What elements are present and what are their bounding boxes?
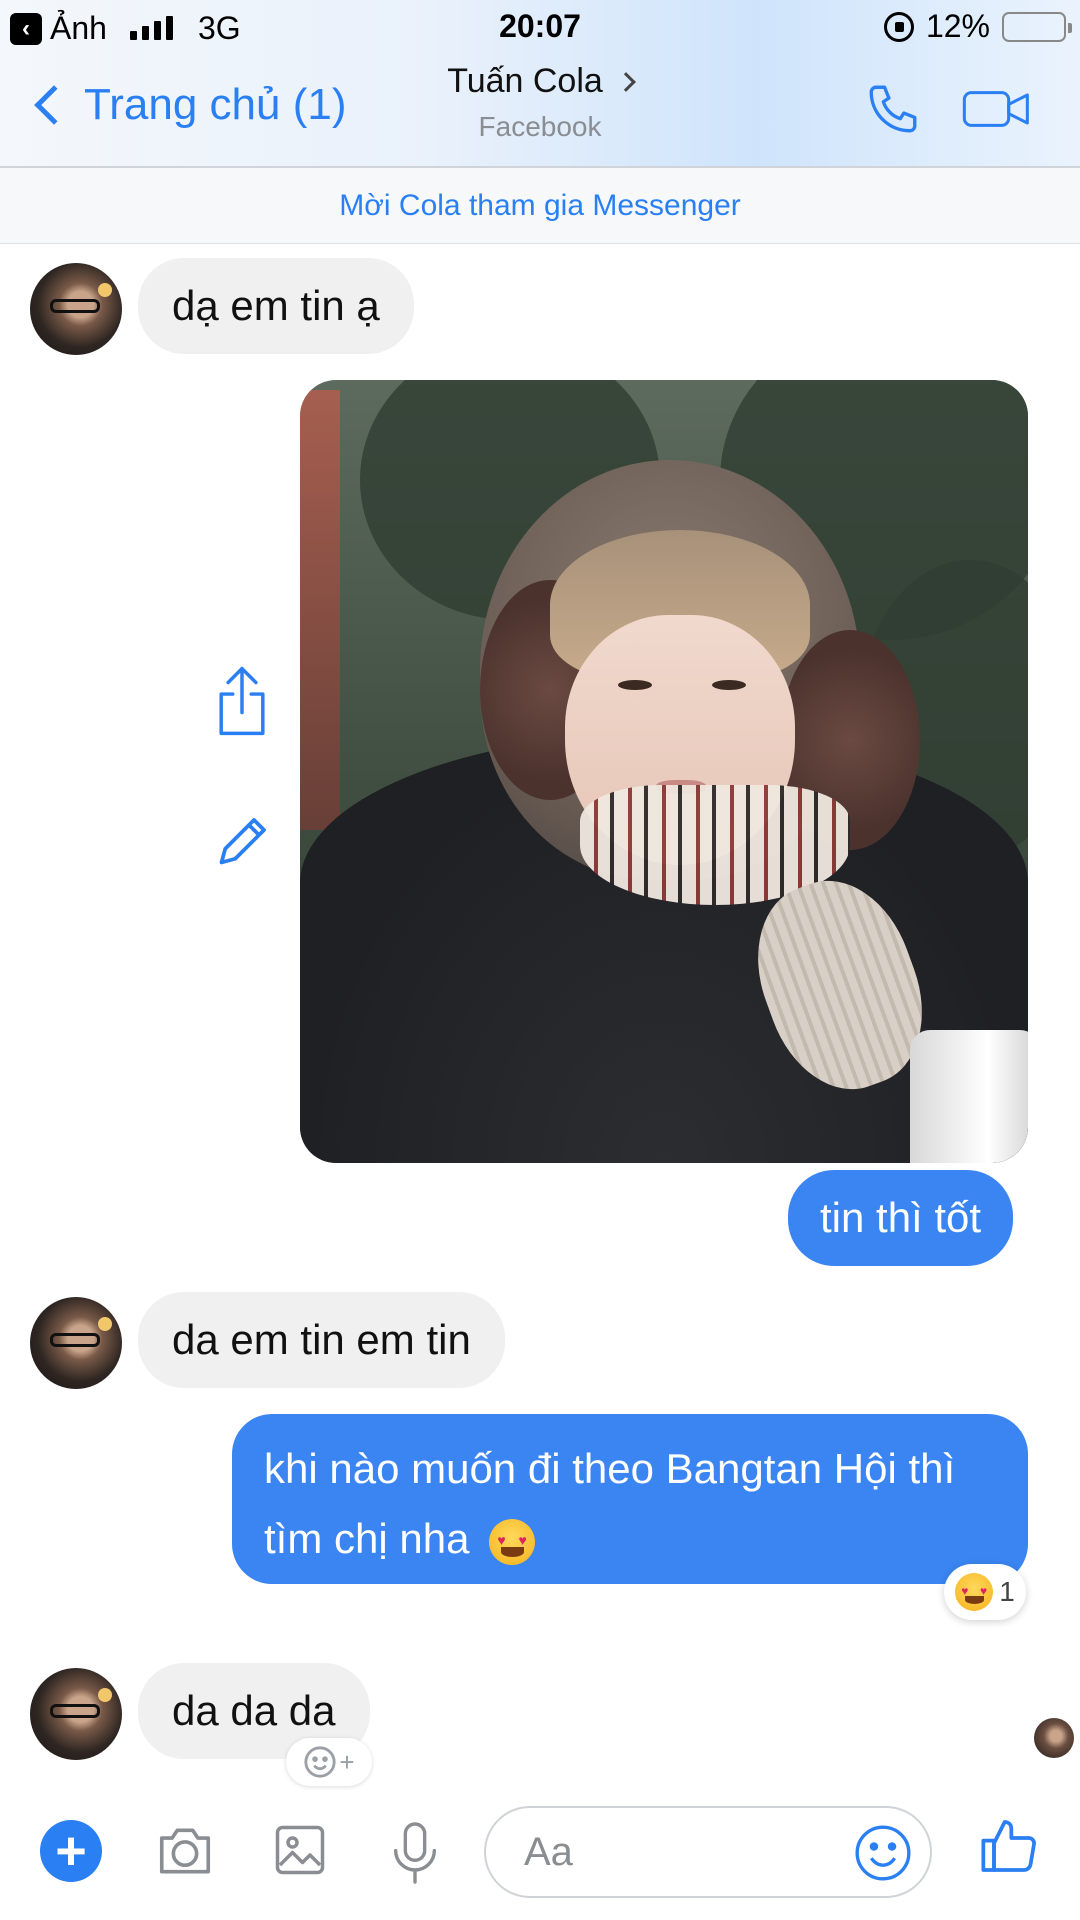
edit-icon[interactable] (214, 810, 274, 875)
message-outgoing[interactable]: khi nào muốn đi theo Bangtan Hội thì tìm… (232, 1414, 1028, 1584)
status-bar: ‹ Ảnh 3G 20:07 12% (0, 0, 1080, 56)
smiley-icon (304, 1746, 336, 1778)
avatar[interactable] (30, 1668, 122, 1760)
header-actions (864, 80, 1032, 143)
emoji-icon[interactable] (852, 1822, 914, 1894)
message-outgoing[interactable]: tin thì tốt (788, 1170, 1014, 1266)
like-icon[interactable] (978, 1814, 1042, 1883)
top-bar: ‹ Ảnh 3G 20:07 12% Trang chủ (1) Tuấn Co… (0, 0, 1080, 168)
message-input-placeholder: Aa (524, 1829, 573, 1874)
message-text: da da da (172, 1687, 336, 1734)
battery-percent: 12% (925, 8, 990, 44)
add-reaction-button[interactable]: + (286, 1738, 372, 1786)
share-icon[interactable] (214, 664, 270, 743)
photo-message[interactable] (300, 380, 1028, 1163)
rotation-lock-icon (883, 11, 914, 42)
reaction-badge[interactable]: ♥ ♥ 1 (944, 1564, 1026, 1620)
photo-flask (910, 1030, 1028, 1163)
invite-banner[interactable]: Mời Cola tham gia Messenger (0, 168, 1080, 244)
message-text-line: khi nào muốn đi theo Bangtan Hội thì (264, 1445, 956, 1492)
battery-icon (1002, 11, 1072, 42)
message-text: da em tin em tin (172, 1316, 471, 1363)
plus-small-icon: + (339, 1746, 355, 1777)
seen-avatar (1034, 1718, 1074, 1758)
photo-eye (618, 680, 652, 690)
message-text-line: tìm chị nha (264, 1515, 470, 1562)
message-incoming[interactable]: dạ em tin ạ (138, 258, 414, 354)
plus-icon[interactable]: + (40, 1820, 102, 1882)
status-right: 12% (883, 8, 1072, 45)
contact-name: Tuấn Cola (447, 62, 603, 100)
message-text: tin thì tốt (820, 1194, 982, 1241)
heart-eyes-emoji: ♥ ♥ (489, 1518, 536, 1565)
video-camera-icon[interactable] (962, 84, 1032, 139)
photo-eye (712, 680, 746, 690)
message-incoming[interactable]: da em tin em tin (138, 1292, 505, 1388)
microphone-icon[interactable] (386, 1820, 444, 1891)
phone-icon[interactable] (864, 80, 922, 143)
avatar[interactable] (30, 263, 122, 355)
photo-building (300, 390, 340, 830)
message-input[interactable]: Aa (484, 1806, 932, 1898)
message-text: dạ em tin ạ (172, 282, 380, 329)
heart-eyes-emoji: ♥ ♥ (955, 1573, 994, 1611)
composer-bar: + Aa (0, 1790, 1080, 1920)
camera-icon[interactable] (154, 1820, 216, 1887)
chevron-right-icon (615, 71, 636, 92)
avatar[interactable] (30, 1297, 122, 1389)
reaction-count: 1 (999, 1576, 1015, 1607)
image-icon[interactable] (270, 1820, 330, 1885)
